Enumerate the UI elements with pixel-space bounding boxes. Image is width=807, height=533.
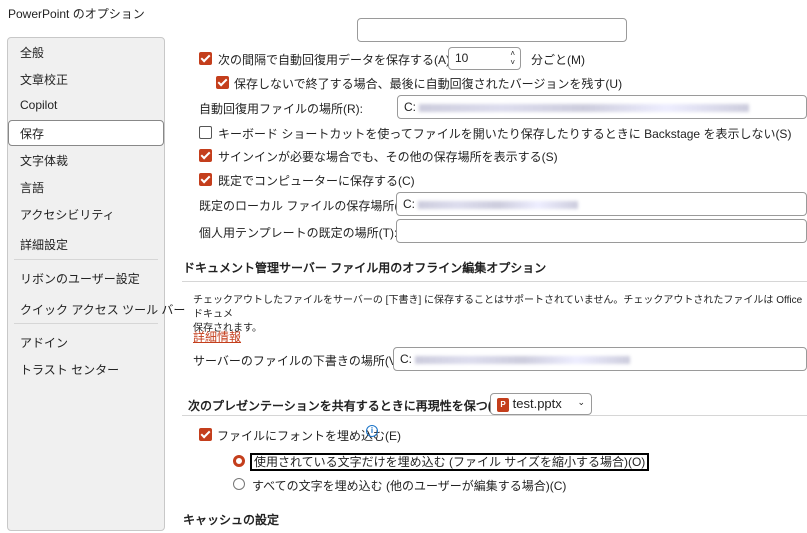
minutes-suffix: 分ごと(M) bbox=[531, 53, 585, 67]
offline-section-header: ドキュメント管理サーバー ファイル用のオフライン編集オプション bbox=[183, 261, 547, 275]
local-location-input[interactable]: C: bbox=[396, 192, 807, 216]
sidebar-item-addins[interactable]: アドイン bbox=[20, 334, 68, 351]
sidebar-item-qat[interactable]: クイック アクセス ツール バー bbox=[20, 301, 185, 318]
divider bbox=[182, 281, 807, 282]
embed-used-label: 使用されている文字だけを埋め込む (ファイル サイズを縮小する場合)(O) bbox=[250, 453, 650, 471]
sidebar-item-general[interactable]: 全般 bbox=[20, 44, 44, 61]
chevron-down-icon: ⌄ bbox=[577, 397, 585, 407]
spinner-arrows-icon[interactable]: ˄ ˅ bbox=[510, 49, 515, 67]
autorecover-checkbox[interactable] bbox=[199, 52, 212, 65]
blurred-path bbox=[415, 355, 630, 364]
keep-last-checkbox[interactable] bbox=[216, 76, 229, 89]
pptx-file-icon: P bbox=[497, 397, 509, 412]
backstage-label: キーボード ショートカットを使ってファイルを開いたり保存したりするときに Bac… bbox=[218, 127, 792, 141]
local-location-label: 既定のローカル ファイルの保存場所(I): bbox=[199, 199, 409, 213]
path-text: C: bbox=[400, 352, 412, 366]
blurred-path bbox=[418, 200, 578, 209]
sidebar-item-language[interactable]: 言語 bbox=[20, 179, 44, 196]
path-text: C: bbox=[403, 197, 415, 211]
keep-last-label: 保存しないで終了する場合、最後に自動回復されたバージョンを残す(U) bbox=[234, 77, 623, 91]
default-computer-checkbox[interactable] bbox=[199, 173, 212, 186]
offline-desc-line1: チェックアウトしたファイルをサーバーの [下書き] に保存することはサポートされ… bbox=[193, 295, 803, 320]
template-location-input[interactable] bbox=[396, 219, 807, 243]
autorecover-location-input[interactable]: C: bbox=[397, 95, 807, 119]
embed-fonts-checkbox[interactable] bbox=[199, 428, 212, 441]
cache-section-header: キャッシュの設定 bbox=[183, 513, 280, 527]
sidebar-item-accessibility[interactable]: アクセシビリティ bbox=[20, 206, 115, 223]
default-computer-label: 既定でコンピューターに保存する(C) bbox=[218, 174, 415, 188]
fidelity-header: 次のプレゼンテーションを共有するときに再現性を保つ(D): bbox=[188, 399, 509, 413]
sidebar-item-ribbon[interactable]: リボンのユーザー設定 bbox=[20, 270, 140, 287]
partial-top-field[interactable] bbox=[357, 18, 627, 42]
sidebar: 全般 文章校正 Copilot 保存 文字体裁 言語 アクセシビリティ 詳細設定… bbox=[7, 37, 185, 531]
offline-description: チェックアウトしたファイルをサーバーの [下書き] に保存することはサポートされ… bbox=[193, 294, 803, 336]
sidebar-item-save[interactable]: 保存 bbox=[20, 125, 44, 142]
selected-file: test.pptx bbox=[512, 396, 562, 411]
offline-desc-line2: 保存されます。 bbox=[193, 323, 262, 334]
embed-all-radio[interactable] bbox=[233, 478, 245, 490]
divider bbox=[182, 415, 807, 416]
divider bbox=[14, 259, 158, 260]
minutes-value: 10 bbox=[455, 51, 469, 65]
autorecover-label: 次の間隔で自動回復用データを保存する(A): bbox=[218, 53, 454, 67]
autorecover-minutes-spinner[interactable]: 10 ˄ ˅ bbox=[448, 47, 521, 70]
sidebar-item-advanced[interactable]: 詳細設定 bbox=[20, 236, 68, 253]
sidebar-item-typography[interactable]: 文字体裁 bbox=[20, 152, 68, 169]
autorecover-location-label: 自動回復用ファイルの場所(R): bbox=[199, 102, 363, 116]
embed-used-radio[interactable] bbox=[233, 455, 245, 467]
blurred-path bbox=[419, 103, 749, 112]
info-icon[interactable]: i bbox=[366, 425, 378, 437]
window-title: PowerPoint のオプション bbox=[8, 7, 145, 21]
divider bbox=[14, 323, 158, 324]
backstage-checkbox[interactable] bbox=[199, 126, 212, 139]
sidebar-item-copilot[interactable]: Copilot bbox=[20, 98, 57, 112]
embed-all-label: すべての文字を埋め込む (他のユーザーが編集する場合)(C) bbox=[252, 479, 567, 493]
sidebar-item-proofing[interactable]: 文章校正 bbox=[20, 71, 68, 88]
more-info-link[interactable]: 詳細情報 bbox=[193, 328, 241, 345]
server-drafts-input[interactable]: C: bbox=[393, 347, 807, 371]
template-location-label: 個人用テンプレートの既定の場所(T): bbox=[199, 226, 398, 240]
signin-label: サインインが必要な場合でも、その他の保存場所を表示する(S) bbox=[218, 150, 558, 164]
path-text: C: bbox=[404, 100, 416, 114]
signin-checkbox[interactable] bbox=[199, 149, 212, 162]
presentation-dropdown[interactable]: P test.pptx ⌄ bbox=[490, 393, 592, 415]
server-drafts-label: サーバーのファイルの下書きの場所(V): bbox=[193, 354, 405, 368]
sidebar-item-trust-center[interactable]: トラスト センター bbox=[20, 361, 119, 378]
